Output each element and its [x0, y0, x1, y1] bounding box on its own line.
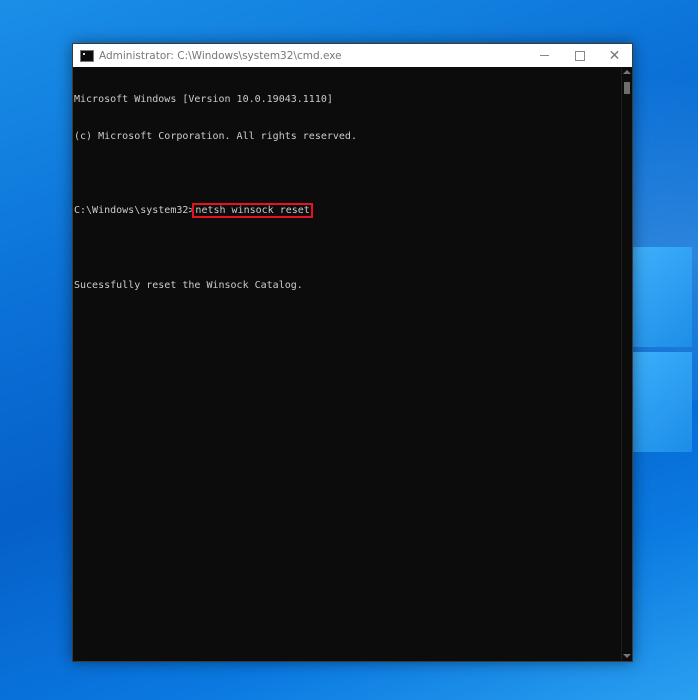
version-line: Microsoft Windows [Version 10.0.19043.11…: [74, 93, 333, 105]
scroll-thumb[interactable]: [624, 82, 630, 94]
minimize-icon: [540, 55, 549, 56]
windows-logo-pane-bottom: [632, 352, 692, 452]
close-icon: ✕: [608, 47, 621, 64]
cmd-icon[interactable]: [80, 49, 94, 62]
highlighted-command: netsh winsock reset: [192, 203, 313, 219]
scroll-down-icon[interactable]: [623, 654, 631, 658]
windows-logo-pane-top: [632, 247, 692, 347]
minimize-button[interactable]: [527, 44, 562, 67]
result-line: Sucessfully reset the Winsock Catalog.: [74, 279, 303, 291]
desktop-background: Administrator: C:\Windows\system32\cmd.e…: [0, 0, 698, 700]
scroll-up-icon[interactable]: [623, 70, 631, 74]
vertical-scrollbar[interactable]: [621, 67, 632, 661]
close-button[interactable]: ✕: [597, 44, 632, 67]
copyright-line: (c) Microsoft Corporation. All rights re…: [74, 131, 357, 143]
maximize-icon: [574, 50, 585, 61]
window-title: Administrator: C:\Windows\system32\cmd.e…: [99, 49, 342, 62]
command-line: C:\Windows\system32>netsh winsock reset: [74, 203, 621, 219]
maximize-button[interactable]: [562, 44, 597, 67]
cmd-window[interactable]: Administrator: C:\Windows\system32\cmd.e…: [72, 43, 633, 662]
window-controls: ✕: [527, 44, 632, 67]
title-bar[interactable]: Administrator: C:\Windows\system32\cmd.e…: [73, 44, 632, 67]
console-output[interactable]: Microsoft Windows [Version 10.0.19043.11…: [74, 67, 621, 662]
prompt-text: C:\Windows\system32>: [74, 205, 195, 217]
